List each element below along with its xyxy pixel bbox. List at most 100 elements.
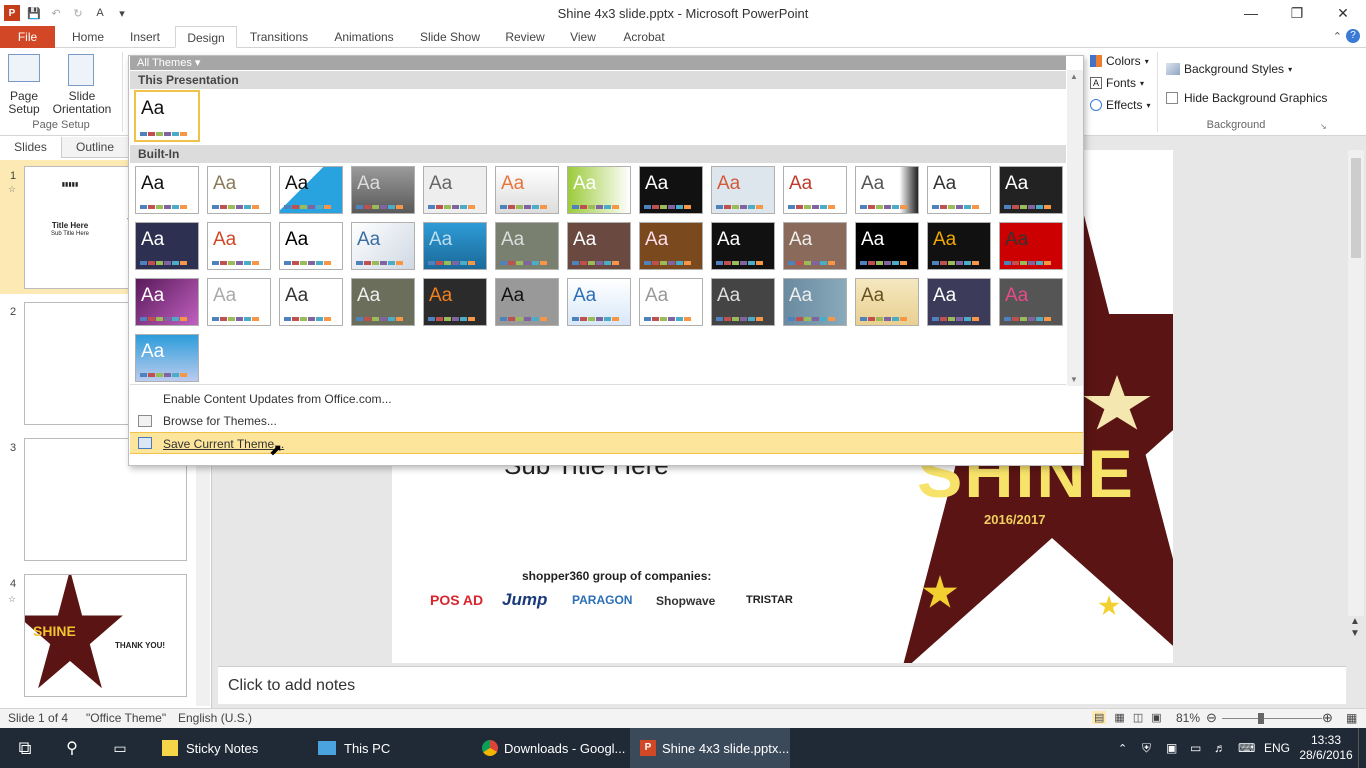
built-in-theme-tile[interactable]: Aa	[927, 278, 991, 326]
security-icon[interactable]: ⛨	[1142, 728, 1151, 768]
built-in-theme-tile[interactable]: Aa	[423, 222, 487, 270]
built-in-theme-tile[interactable]: Aa	[855, 222, 919, 270]
built-in-theme-tile[interactable]: Aa	[999, 222, 1063, 270]
tab-file[interactable]: File	[0, 26, 55, 48]
taskbar-chrome[interactable]: Downloads - Googl...	[472, 728, 628, 768]
laptop-icon[interactable]: ▭	[1190, 728, 1201, 768]
built-in-theme-tile[interactable]: Aa	[783, 166, 847, 214]
windows-start-icon[interactable]: ⧉	[14, 728, 36, 768]
all-themes-filter[interactable]: All Themes ▾	[137, 56, 200, 69]
slide-orientation-button[interactable]: Slide Orientation	[46, 90, 118, 116]
hide-background-graphics-checkbox[interactable]: Hide Background Graphics	[1166, 91, 1327, 105]
built-in-theme-tile[interactable]: Aa	[999, 278, 1063, 326]
tab-transitions[interactable]: Transitions	[244, 26, 314, 48]
taskbar-this-pc[interactable]: This PC	[308, 728, 468, 768]
collapse-ribbon-icon[interactable]: ⌃	[1333, 30, 1342, 43]
built-in-theme-tile[interactable]: Aa	[423, 278, 487, 326]
tab-animations[interactable]: Animations	[328, 26, 400, 48]
built-in-theme-tile[interactable]: Aa	[783, 278, 847, 326]
built-in-theme-tile[interactable]: Aa	[135, 334, 199, 382]
built-in-theme-tile[interactable]: Aa	[279, 166, 343, 214]
taskbar-sticky-notes[interactable]: Sticky Notes	[152, 728, 304, 768]
built-in-theme-tile[interactable]: Aa	[495, 278, 559, 326]
close-button[interactable]: ✕	[1320, 0, 1366, 26]
scroll-down-icon[interactable]: ▼	[1070, 375, 1078, 384]
background-styles-button[interactable]: Background Styles ▾	[1166, 62, 1292, 76]
slide-thumbnail-4[interactable]: SHINE THANK YOU!	[24, 574, 187, 697]
built-in-theme-tile[interactable]: Aa	[135, 222, 199, 270]
built-in-theme-tile[interactable]: Aa	[567, 222, 631, 270]
language-status[interactable]: English (U.S.)	[178, 711, 252, 725]
page-setup-button[interactable]: Page Setup	[2, 90, 46, 116]
tab-home[interactable]: Home	[64, 26, 112, 48]
built-in-theme-tile[interactable]: Aa	[207, 278, 271, 326]
built-in-theme-tile[interactable]: Aa	[711, 222, 775, 270]
built-in-theme-tile[interactable]: Aa	[351, 222, 415, 270]
minimize-button[interactable]: —	[1228, 0, 1274, 26]
built-in-theme-tile[interactable]: Aa	[207, 222, 271, 270]
taskbar-powerpoint[interactable]: P Shine 4x3 slide.pptx...	[630, 728, 790, 768]
built-in-theme-tile[interactable]: Aa	[351, 166, 415, 214]
fit-to-window-icon[interactable]: ▦	[1346, 711, 1357, 725]
normal-view-icon[interactable]: ▤	[1092, 711, 1107, 724]
built-in-theme-tile[interactable]: Aa	[927, 222, 991, 270]
built-in-theme-tile[interactable]: Aa	[279, 222, 343, 270]
network-icon[interactable]: ▣	[1166, 728, 1177, 768]
built-in-theme-tile[interactable]: Aa	[711, 278, 775, 326]
built-in-theme-tile[interactable]: Aa	[567, 278, 631, 326]
task-view-icon[interactable]: ▭	[108, 728, 132, 768]
built-in-theme-tile[interactable]: Aa	[135, 278, 199, 326]
tab-view[interactable]: View	[562, 26, 604, 48]
tab-acrobat[interactable]: Acrobat	[616, 26, 672, 48]
restore-button[interactable]: ❐	[1274, 0, 1320, 26]
clock[interactable]: 13:33 28/6/2016	[1299, 728, 1352, 768]
enable-content-updates-item[interactable]: Enable Content Updates from Office.com..…	[130, 388, 1083, 410]
theme-colors-button[interactable]: Colors ▾	[1090, 54, 1149, 68]
volume-icon[interactable]: ♬	[1214, 728, 1226, 768]
gallery-scrollbar[interactable]: ▲ ▼	[1067, 70, 1083, 386]
scroll-up-icon[interactable]: ▲	[1070, 72, 1078, 81]
notes-pane[interactable]: Click to add notes	[218, 666, 1346, 704]
zoom-slider[interactable]	[1222, 718, 1322, 719]
built-in-theme-tile[interactable]: Aa	[855, 278, 919, 326]
slide-scrollbar[interactable]	[1348, 150, 1364, 616]
prev-next-slide-icon[interactable]: ▲ ▼	[1350, 616, 1360, 640]
built-in-theme-tile[interactable]: Aa	[639, 166, 703, 214]
built-in-theme-tile[interactable]: Aa	[927, 166, 991, 214]
slideshow-view-icon[interactable]: ▣	[1151, 711, 1161, 724]
built-in-theme-tile[interactable]: Aa	[711, 166, 775, 214]
show-desktop-button[interactable]	[1358, 728, 1366, 768]
built-in-theme-tile[interactable]: Aa	[999, 166, 1063, 214]
tab-slide-show[interactable]: Slide Show	[414, 26, 486, 48]
tab-review[interactable]: Review	[500, 26, 550, 48]
theme-effects-button[interactable]: Effects ▾	[1090, 98, 1150, 112]
theme-fonts-button[interactable]: A Fonts ▾	[1090, 76, 1144, 90]
built-in-theme-tile[interactable]: Aa	[567, 166, 631, 214]
built-in-theme-tile[interactable]: Aa	[783, 222, 847, 270]
input-language[interactable]: ENG	[1264, 728, 1290, 768]
search-icon[interactable]: ⚲	[60, 728, 84, 768]
dialog-launcher-icon[interactable]: ↘	[1320, 122, 1327, 131]
zoom-level[interactable]: 81%	[1176, 711, 1200, 725]
tab-outline[interactable]: Outline	[62, 137, 128, 158]
built-in-theme-tile[interactable]: Aa	[135, 166, 199, 214]
built-in-theme-tile[interactable]: Aa	[207, 166, 271, 214]
tab-design[interactable]: Design	[175, 26, 237, 48]
built-in-theme-tile[interactable]: Aa	[279, 278, 343, 326]
zoom-in-icon[interactable]: ⊕	[1322, 710, 1333, 726]
slide-orientation-icon[interactable]	[68, 54, 94, 86]
built-in-theme-tile[interactable]: Aa	[495, 222, 559, 270]
scrollbar-thumb[interactable]	[1351, 158, 1361, 258]
tab-insert[interactable]: Insert	[122, 26, 168, 48]
theme-office-current[interactable]: Aa	[134, 90, 200, 142]
keyboard-icon[interactable]: ⌨	[1238, 728, 1255, 768]
built-in-theme-tile[interactable]: Aa	[351, 278, 415, 326]
help-icon[interactable]: ?	[1346, 29, 1360, 43]
slide-sorter-icon[interactable]: ▦	[1114, 711, 1124, 724]
tab-slides[interactable]: Slides	[0, 137, 62, 158]
built-in-theme-tile[interactable]: Aa	[495, 166, 559, 214]
built-in-theme-tile[interactable]: Aa	[639, 222, 703, 270]
built-in-theme-tile[interactable]: Aa	[423, 166, 487, 214]
built-in-theme-tile[interactable]: Aa	[855, 166, 919, 214]
zoom-out-icon[interactable]: ⊖	[1206, 710, 1217, 726]
